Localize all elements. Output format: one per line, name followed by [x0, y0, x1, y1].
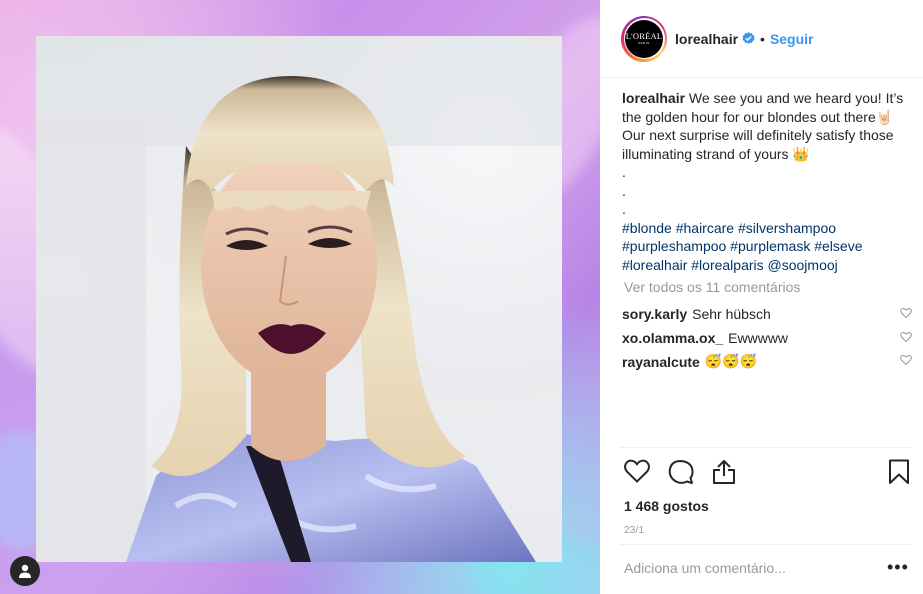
- comment-username[interactable]: sory.karly: [622, 306, 687, 322]
- post-header: L'ORÉAL PARIS lorealhair • Seguir: [600, 0, 923, 78]
- heart-icon[interactable]: [624, 459, 650, 483]
- portrait-illustration: [36, 36, 562, 562]
- username-link[interactable]: lorealhair: [675, 31, 738, 47]
- header-separator: •: [760, 30, 765, 47]
- caption: lorealhair We see you and we heard you! …: [622, 89, 914, 274]
- brand-logo-subtext: PARIS: [638, 41, 650, 46]
- caption-line: .: [622, 164, 626, 180]
- comment-like-heart-icon[interactable]: [900, 331, 912, 342]
- more-options-button[interactable]: •••: [887, 558, 909, 576]
- likes-count[interactable]: 1 468 gostos: [624, 498, 709, 514]
- comment-like-heart-icon[interactable]: [900, 354, 912, 365]
- caption-line: the golden hour for our blondes out ther…: [622, 108, 894, 125]
- caption-line: .: [622, 182, 626, 199]
- caption-line: We see you and we heard you! It’s: [688, 90, 904, 106]
- hashtag-line[interactable]: #lorealhair #lorealparis @soojmooj: [622, 256, 914, 275]
- post-sidebar: L'ORÉAL PARIS lorealhair • Seguir loreal…: [600, 0, 923, 594]
- actions-divider: [620, 447, 910, 448]
- user-icon: [19, 564, 31, 578]
- post-photo: [36, 36, 562, 562]
- caption-line: illuminating strand of yours 👑: [622, 145, 810, 162]
- avatar[interactable]: L'ORÉAL PARIS: [621, 15, 667, 62]
- verified-badge-icon: [742, 32, 755, 45]
- caption-line: .: [622, 201, 626, 217]
- comment-row: rayanalcute 😴😴😴: [622, 353, 914, 370]
- share-icon[interactable]: [712, 459, 736, 485]
- add-comment-input[interactable]: [624, 560, 864, 576]
- comment-row: xo.olamma.ox_ Ewwwww: [622, 330, 914, 346]
- brand-logo: L'ORÉAL PARIS: [625, 19, 663, 58]
- comment-text: Ewwwww: [728, 330, 789, 346]
- post-media[interactable]: [0, 0, 600, 594]
- comment-text: 😴😴😴: [704, 353, 758, 369]
- bookmark-icon[interactable]: [888, 459, 910, 485]
- hashtag-line[interactable]: #purpleshampoo #purplemask #elseve: [622, 237, 914, 256]
- comment-like-heart-icon[interactable]: [900, 307, 912, 318]
- caption-line: Our next surprise will definitely satisf…: [622, 127, 894, 143]
- comment-username[interactable]: rayanalcute: [622, 354, 700, 370]
- hashtag-line[interactable]: #blonde #haircare #silvershampoo: [622, 219, 914, 238]
- brand-logo-text: L'ORÉAL: [625, 30, 663, 41]
- caption-username[interactable]: lorealhair: [622, 90, 685, 106]
- view-all-comments-link[interactable]: Ver todos os 11 comentários: [624, 279, 800, 295]
- follow-button[interactable]: Seguir: [770, 31, 814, 47]
- comment-icon[interactable]: [668, 459, 694, 485]
- comment-username[interactable]: xo.olamma.ox_: [622, 330, 723, 346]
- tagged-users-button[interactable]: [10, 556, 40, 586]
- comment-box-divider: [620, 544, 910, 545]
- comment-text: Sehr hübsch: [692, 306, 771, 322]
- comment-row: sory.karly Sehr hübsch: [622, 306, 914, 322]
- post-date[interactable]: 23/1: [624, 525, 644, 536]
